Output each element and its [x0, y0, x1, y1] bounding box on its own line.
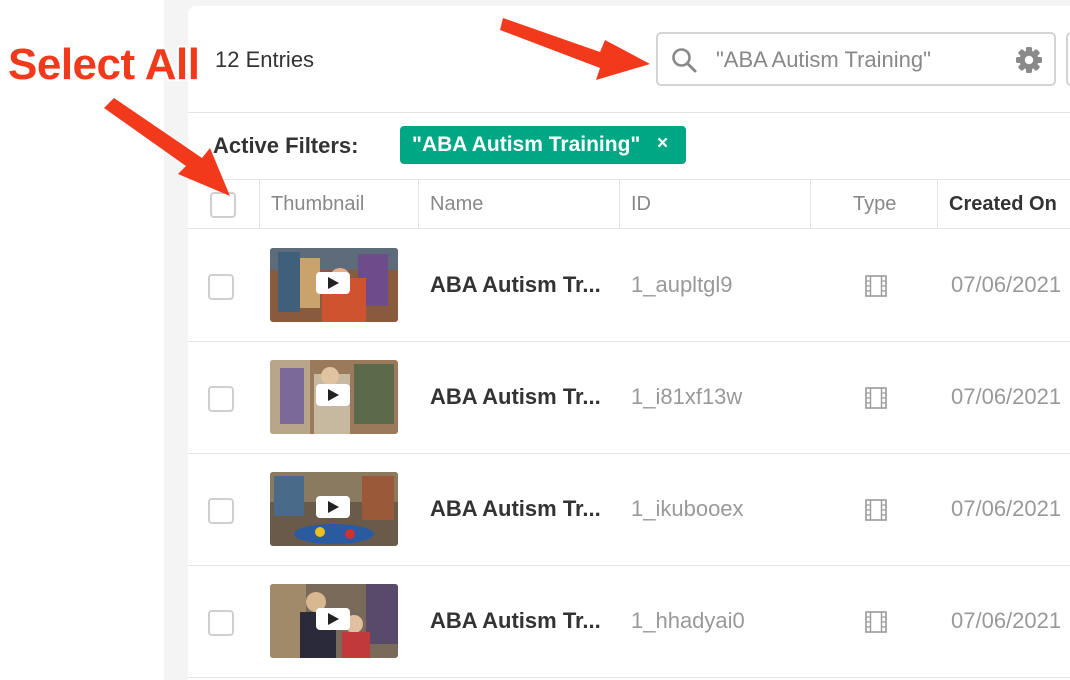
entry-name[interactable]: ABA Autism Tr...	[430, 496, 601, 522]
entry-created-on: 07/06/2021	[951, 272, 1062, 297]
entry-id: 1_aupltgl9	[631, 272, 733, 297]
entries-panel: 12 Entries Active Filters: "ABA Autism T…	[188, 6, 1070, 680]
filter-tag-label: "ABA Autism Training"	[412, 133, 641, 156]
entry-id: 1_hhadyai0	[631, 608, 745, 633]
toolbar-control-edge[interactable]	[1066, 32, 1070, 86]
video-thumbnail[interactable]	[270, 584, 398, 658]
video-thumbnail[interactable]	[270, 360, 398, 434]
filter-tag: "ABA Autism Training" ×	[400, 126, 686, 164]
header-divider	[188, 112, 1070, 113]
video-type-icon	[865, 611, 887, 633]
column-header-thumbnail[interactable]: Thumbnail	[259, 180, 419, 228]
left-sidebar	[0, 0, 164, 680]
entry-created-on: 07/06/2021	[951, 496, 1062, 521]
row-checkbox[interactable]	[208, 498, 234, 524]
column-header-created-on[interactable]: Created On	[937, 180, 1070, 228]
video-type-icon	[865, 499, 887, 521]
row-checkbox[interactable]	[208, 610, 234, 636]
search-icon[interactable]	[670, 46, 698, 74]
gear-icon[interactable]	[1014, 45, 1044, 75]
entries-count: 12 Entries	[215, 47, 315, 72]
entry-id: 1_i81xf13w	[631, 384, 743, 409]
entry-name[interactable]: ABA Autism Tr...	[430, 384, 601, 410]
table-row[interactable]: ABA Autism Tr... 1_ikubooex 07/06/2021	[188, 454, 1070, 566]
column-header-type[interactable]: Type	[810, 180, 938, 228]
video-thumbnail[interactable]	[270, 472, 398, 546]
column-header-id[interactable]: ID	[619, 180, 811, 228]
search-box[interactable]	[656, 32, 1056, 86]
row-checkbox[interactable]	[208, 386, 234, 412]
table-row[interactable]: ABA Autism Tr... 1_aupltgl9 07/06/2021	[188, 230, 1070, 342]
video-thumbnail[interactable]	[270, 248, 398, 322]
entry-name[interactable]: ABA Autism Tr...	[430, 272, 601, 298]
table-header: Thumbnail Name ID Type Created On	[188, 179, 1070, 229]
active-filters-label: Active Filters:	[213, 133, 359, 158]
entry-created-on: 07/06/2021	[951, 608, 1062, 633]
select-all-checkbox[interactable]	[210, 192, 236, 218]
table-row[interactable]: ABA Autism Tr... 1_i81xf13w 07/06/2021	[188, 342, 1070, 454]
table-row[interactable]: ABA Autism Tr... 1_hhadyai0 07/06/2021	[188, 566, 1070, 678]
row-checkbox[interactable]	[208, 274, 234, 300]
select-all-callout: Select All	[8, 40, 200, 89]
entry-name[interactable]: ABA Autism Tr...	[430, 608, 601, 634]
video-type-icon	[865, 387, 887, 409]
entry-created-on: 07/06/2021	[951, 384, 1062, 409]
video-type-icon	[865, 275, 887, 297]
search-input[interactable]	[716, 44, 1006, 76]
filter-tag-close-icon[interactable]: ×	[657, 133, 668, 155]
entry-id: 1_ikubooex	[631, 496, 744, 521]
column-header-name[interactable]: Name	[418, 180, 620, 228]
